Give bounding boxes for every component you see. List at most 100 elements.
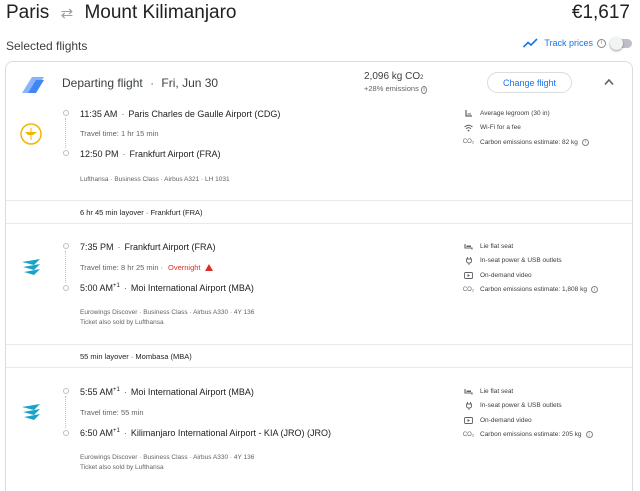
departure-dot <box>63 388 69 394</box>
route-line <box>65 396 66 428</box>
route-line <box>65 251 66 283</box>
departure-time: 7:35 PM <box>80 242 114 252</box>
layover-text: 55 min layover · Mombasa (MBA) <box>80 352 192 361</box>
amenities-list: Lie flat seat In-seat power & USB outlet… <box>462 384 632 443</box>
amenity-row: Wi-Fi for a fee <box>464 121 632 136</box>
video-icon <box>464 271 473 279</box>
emissions-subscript: 2 <box>420 75 424 81</box>
departure-airport: Moi International Airport (MBA) <box>130 387 254 397</box>
chevron-up-icon[interactable] <box>604 78 614 86</box>
arrival-dot <box>63 150 69 156</box>
route-title: Paris ⇄ Mount Kilimanjaro <box>6 2 237 24</box>
layover-1: 6 hr 45 min layover · Frankfurt (FRA) <box>6 200 632 224</box>
arrival-time: 6:50 AM <box>80 428 114 438</box>
seat-icon <box>464 242 473 250</box>
flight-details-text: Eurowings Discover · Business Class · Ai… <box>80 309 255 316</box>
arrival-airport: Frankfurt Airport (FRA) <box>129 149 221 159</box>
arrival-day-offset: +1 <box>113 428 120 434</box>
emissions-summary: 2,096 kg CO2 +28% emissions i <box>364 71 428 94</box>
amenity-text: Wi-Fi for a fee <box>480 124 521 132</box>
amenity-row: Lie flat seat <box>464 239 632 254</box>
emissions-delta-text: +28% emissions <box>364 84 419 93</box>
departure-airport: Paris Charles de Gaulle Airport (CDG) <box>128 109 281 119</box>
eurowings-logo-icon <box>22 404 40 420</box>
seat-icon <box>464 387 473 395</box>
info-icon[interactable]: i <box>597 38 606 48</box>
amenities-list: Lie flat seat In-seat power & USB outlet… <box>462 239 632 298</box>
departure-airport: Frankfurt Airport (FRA) <box>124 242 216 252</box>
emissions-info-icon[interactable]: i <box>420 86 428 94</box>
amenity-text: In-seat power & USB outlets <box>480 402 562 410</box>
amenity-row: On-demand video <box>464 268 632 283</box>
track-prices-label[interactable]: Track prices <box>544 38 593 48</box>
lufthansa-logo-icon <box>20 123 42 145</box>
swap-arrows-icon: ⇄ <box>60 5 74 22</box>
departure-line: 11:35 AM · Paris Charles de Gaulle Airport… <box>80 109 281 119</box>
power-icon <box>464 256 473 265</box>
arrival-line: 6:50 AM+1 · Kilimanjaro International Airp… <box>80 428 331 438</box>
departure-dot <box>63 110 69 116</box>
amenity-text: Carbon emissions estimate: 205 kg <box>480 431 582 439</box>
flight-details: Eurowings Discover · Business Class · Ai… <box>80 308 254 328</box>
amenity-text: In-seat power & USB outlets <box>480 257 562 265</box>
arrival-airport: Moi International Airport (MBA) <box>130 283 254 293</box>
header: Paris ⇄ Mount Kilimanjaro €1,617 <box>0 0 640 28</box>
departure-plane-icon <box>22 77 44 93</box>
arrival-dot <box>63 430 69 436</box>
amenity-text: On-demand video <box>480 416 532 424</box>
change-flight-button[interactable]: Change flight <box>487 72 572 93</box>
departing-flight-header[interactable]: Departing flight · Fri, Jun 30 2,096 kg … <box>6 62 632 106</box>
travel-time: Travel time: 55 min <box>80 408 144 417</box>
sold-by-text: Ticket also sold by Lufthansa <box>80 319 164 326</box>
emissions-delta: +28% emissions i <box>364 84 428 94</box>
departure-day-offset: +1 <box>113 387 120 393</box>
sold-by-text: Ticket also sold by Lufthansa <box>80 464 164 471</box>
co2-icon: CO₂ <box>462 286 475 293</box>
flight-segment-2: 7:35 PM · Frankfurt Airport (FRA) Travel t… <box>6 237 632 342</box>
info-icon[interactable]: i <box>590 286 598 294</box>
amenity-text: Average legroom (30 in) <box>480 109 550 117</box>
amenity-row: CO₂ Carbon emissions estimate: 1,808 kg … <box>462 283 632 298</box>
amenity-row: CO₂ Carbon emissions estimate: 205 kg i <box>462 428 632 443</box>
amenity-row: Average legroom (30 in) <box>464 106 632 121</box>
overnight-label: Overnight <box>168 263 201 272</box>
amenity-row: On-demand video <box>464 413 632 428</box>
travel-time-text: Travel time: 8 hr 25 min <box>80 263 159 272</box>
amenity-text: Lie flat seat <box>480 242 514 250</box>
amenities-list: Average legroom (30 in) Wi-Fi for a fee … <box>462 106 632 150</box>
wifi-icon <box>464 124 473 132</box>
flight-details: Lufthansa · Business Class · Airbus A321… <box>80 176 230 183</box>
amenity-row: In-seat power & USB outlets <box>464 399 632 414</box>
co2-icon: CO₂ <box>462 139 475 146</box>
arrival-line: 12:50 PM · Frankfurt Airport (FRA) <box>80 149 221 159</box>
flight-details: Eurowings Discover · Business Class · Ai… <box>80 453 254 473</box>
info-icon[interactable]: i <box>581 138 589 146</box>
departure-time: 5:55 AM <box>80 387 114 397</box>
trend-icon <box>523 38 538 48</box>
amenity-row: In-seat power & USB outlets <box>464 254 632 269</box>
arrival-line: 5:00 AM+1 · Moi International Airport (MBA… <box>80 283 254 293</box>
arrival-time: 5:00 AM <box>80 283 114 293</box>
track-prices-toggle[interactable] <box>610 36 632 50</box>
layover-text: 6 hr 45 min layover · Frankfurt (FRA) <box>80 208 203 217</box>
departure-dot <box>63 243 69 249</box>
departure-line: 7:35 PM · Frankfurt Airport (FRA) <box>80 242 216 252</box>
amenity-text: Lie flat seat <box>480 387 514 395</box>
info-icon[interactable]: i <box>585 431 593 439</box>
origin-city: Paris <box>6 2 50 23</box>
selected-flights-heading: Selected flights <box>6 39 88 53</box>
amenity-row: Lie flat seat <box>464 384 632 399</box>
departing-label: Departing flight <box>62 76 143 90</box>
arrival-time: 12:50 PM <box>80 149 119 159</box>
track-prices[interactable]: Track prices i <box>523 36 632 50</box>
travel-time: Travel time: 1 hr 15 min <box>80 129 159 138</box>
departing-flight-card: Departing flight · Fri, Jun 30 2,096 kg … <box>5 61 633 491</box>
arrival-dot <box>63 285 69 291</box>
amenity-text: Carbon emissions estimate: 82 kg <box>480 138 578 146</box>
emissions-value: 2,096 kg CO <box>364 71 421 82</box>
power-icon <box>464 401 473 410</box>
flight-details-text: Eurowings Discover · Business Class · Ai… <box>80 454 255 461</box>
co2-icon: CO₂ <box>462 431 475 438</box>
departing-date: Fri, Jun 30 <box>161 76 219 90</box>
route-line <box>65 118 66 148</box>
